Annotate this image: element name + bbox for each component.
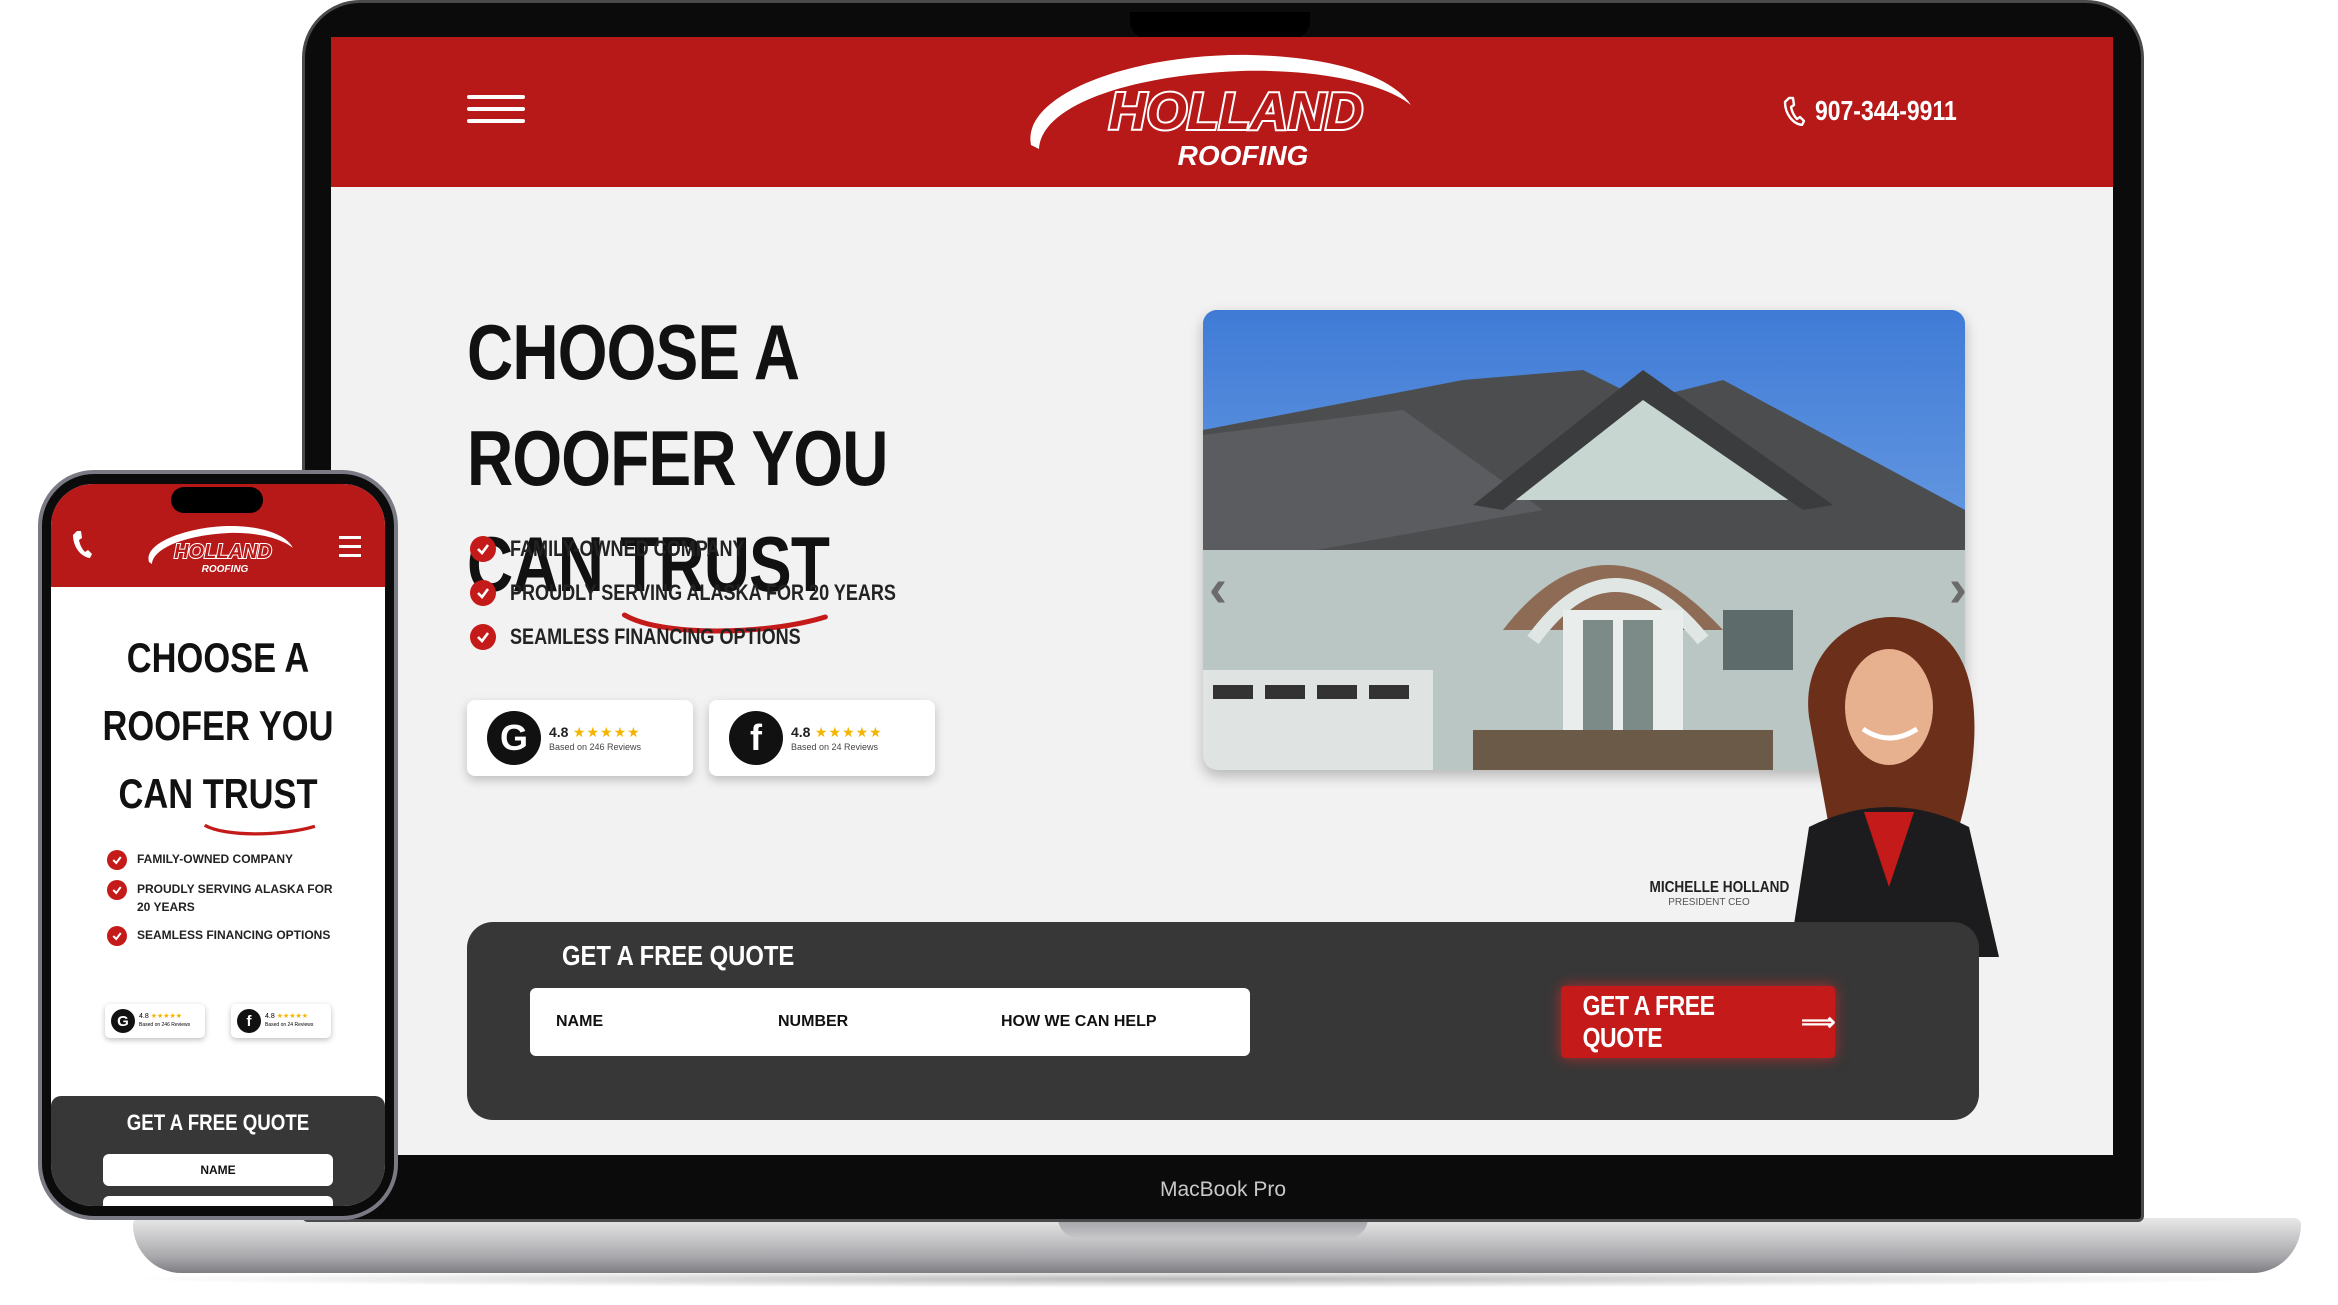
facebook-icon: f bbox=[729, 711, 783, 765]
phone-facebook-stars: ★★★★★ bbox=[276, 1013, 309, 1020]
phone-title-line1: CHOOSE A bbox=[126, 634, 310, 681]
phone-trust-swoosh bbox=[204, 823, 316, 836]
phone-feature-item: PROUDLY SERVING ALASKA FOR 20 YEARS bbox=[107, 880, 337, 916]
feature-label: FAMILY-OWNED COMPANY bbox=[510, 536, 745, 561]
google-review-badge[interactable]: G 4.8 ★★★★★ Based on 246 Reviews bbox=[467, 700, 693, 776]
phone-facebook-review-count: Based on 24 Reviews bbox=[265, 1022, 314, 1028]
ceo-portrait bbox=[1789, 617, 1999, 957]
google-rating: 4.8 bbox=[549, 724, 569, 740]
phone-icon bbox=[1783, 96, 1805, 126]
phone-google-stars: ★★★★★ bbox=[150, 1013, 183, 1020]
phone-logo[interactable]: HOLLAND ROOFING bbox=[141, 522, 301, 576]
feature-label: PROUDLY SERVING ALASKA FOR 20 YEARS bbox=[510, 580, 896, 605]
phone-title-trust-text: TRUST bbox=[202, 770, 318, 817]
quote-button-label: GET A FREE QUOTE bbox=[1582, 990, 1715, 1053]
menu-icon[interactable] bbox=[467, 95, 525, 125]
check-icon bbox=[470, 580, 496, 606]
facebook-icon: f bbox=[237, 1009, 261, 1033]
phone-feature-label: PROUDLY SERVING ALASKA FOR 20 YEARS bbox=[137, 882, 333, 914]
feature-label: SEAMLESS FINANCING OPTIONS bbox=[510, 624, 801, 649]
phone-google-review-count: Based on 246 Reviews bbox=[139, 1022, 191, 1028]
phone-feature-item: SEAMLESS FINANCING OPTIONS bbox=[107, 926, 337, 946]
laptop-model-label: MacBook Pro bbox=[1159, 1178, 1287, 1201]
google-review-count: Based on 246 Reviews bbox=[549, 742, 642, 752]
facebook-rating: 4.8 bbox=[791, 724, 811, 740]
check-icon bbox=[107, 850, 127, 870]
logo-text-roofing: ROOFING bbox=[1178, 140, 1309, 171]
laptop-screen: HOLLAND ROOFING 907-344-9911 CHOOSE A RO… bbox=[331, 37, 2113, 1155]
phone-name-input[interactable]: NAME bbox=[103, 1154, 333, 1186]
check-icon bbox=[470, 624, 496, 650]
phone-feature-item: FAMILY-OWNED COMPANY bbox=[107, 850, 337, 870]
carousel-prev-icon[interactable]: ‹ bbox=[1209, 557, 1227, 619]
google-icon: G bbox=[487, 711, 541, 765]
phone-title-trust: TRUST bbox=[202, 760, 318, 836]
hero-title-line1: CHOOSE A ROOFER YOU bbox=[467, 308, 888, 502]
how-we-can-help-input[interactable] bbox=[975, 988, 1250, 1056]
phone-google-review-badge[interactable]: G 4.8 ★★★★★ Based on 246 Reviews bbox=[105, 1004, 205, 1038]
phone-dynamic-island bbox=[171, 487, 263, 513]
phone-call-icon[interactable] bbox=[71, 528, 93, 560]
phone-feature-list: FAMILY-OWNED COMPANY PROUDLY SERVING ALA… bbox=[107, 850, 337, 956]
phone-title-line3: CAN TRUST bbox=[81, 760, 355, 836]
laptop-camera-notch bbox=[1130, 12, 1310, 38]
google-stars: ★★★★★ bbox=[572, 724, 641, 740]
phone-screen: HOLLAND ROOFING CHOOSE A ROOFER YOU CAN … bbox=[51, 484, 385, 1206]
phone-quote-form: GET A FREE QUOTE NAME bbox=[51, 1096, 385, 1206]
facebook-review-badge[interactable]: f 4.8 ★★★★★ Based on 24 Reviews bbox=[709, 700, 935, 776]
holland-roofing-logo[interactable]: HOLLAND ROOFING bbox=[1011, 45, 1451, 181]
phone-feature-label: SEAMLESS FINANCING OPTIONS bbox=[137, 928, 331, 942]
quote-form-title: GET A FREE QUOTE bbox=[562, 940, 795, 971]
feature-item: PROUDLY SERVING ALASKA FOR 20 YEARS bbox=[470, 571, 981, 615]
check-icon bbox=[107, 880, 127, 900]
google-icon: G bbox=[111, 1009, 135, 1033]
check-icon bbox=[107, 926, 127, 946]
phone-logo-holland: HOLLAND bbox=[174, 541, 272, 563]
phone-menu-icon[interactable] bbox=[339, 536, 361, 557]
phone-quote-title: GET A FREE QUOTE bbox=[126, 1110, 310, 1135]
header-phone-link[interactable]: 907-344-9911 bbox=[1783, 91, 1988, 131]
feature-list: FAMILY-OWNED COMPANY PROUDLY SERVING ALA… bbox=[470, 527, 981, 659]
facebook-review-count: Based on 24 Reviews bbox=[791, 742, 879, 752]
logo-text-holland: HOLLAND bbox=[1109, 83, 1363, 141]
ceo-role: PRESIDENT CEO bbox=[1668, 897, 1750, 908]
phone-feature-label: FAMILY-OWNED COMPANY bbox=[137, 852, 294, 866]
facebook-stars: ★★★★★ bbox=[814, 724, 883, 740]
feature-item: SEAMLESS FINANCING OPTIONS bbox=[470, 615, 981, 659]
phone-next-input[interactable] bbox=[103, 1196, 333, 1206]
quote-form: GET A FREE QUOTE GET A FREE QUOTE ⟹ bbox=[467, 922, 1979, 1120]
phone-google-rating: 4.8 bbox=[139, 1013, 149, 1020]
phone-logo-roofing: ROOFING bbox=[202, 564, 249, 575]
phone-facebook-review-badge[interactable]: f 4.8 ★★★★★ Based on 24 Reviews bbox=[231, 1004, 331, 1038]
phone-facebook-rating: 4.8 bbox=[265, 1013, 275, 1020]
check-icon bbox=[470, 536, 496, 562]
phone-hero-title: CHOOSE A ROOFER YOU CAN TRUST bbox=[81, 624, 355, 836]
get-free-quote-button[interactable]: GET A FREE QUOTE ⟹ bbox=[1561, 986, 1835, 1058]
phone-title-line2: ROOFER YOU bbox=[102, 702, 334, 749]
arrow-right-icon: ⟹ bbox=[1801, 1008, 1835, 1036]
phone-title-can: CAN bbox=[118, 770, 194, 817]
ceo-caption: MICHELLE HOLLAND PRESIDENT CEO bbox=[1639, 879, 1790, 908]
ceo-name: MICHELLE HOLLAND bbox=[1649, 879, 1790, 896]
feature-item: FAMILY-OWNED COMPANY bbox=[470, 527, 981, 571]
header-phone-number: 907-344-9911 bbox=[1815, 95, 1957, 126]
site-header: HOLLAND ROOFING 907-344-9911 bbox=[331, 37, 2113, 187]
